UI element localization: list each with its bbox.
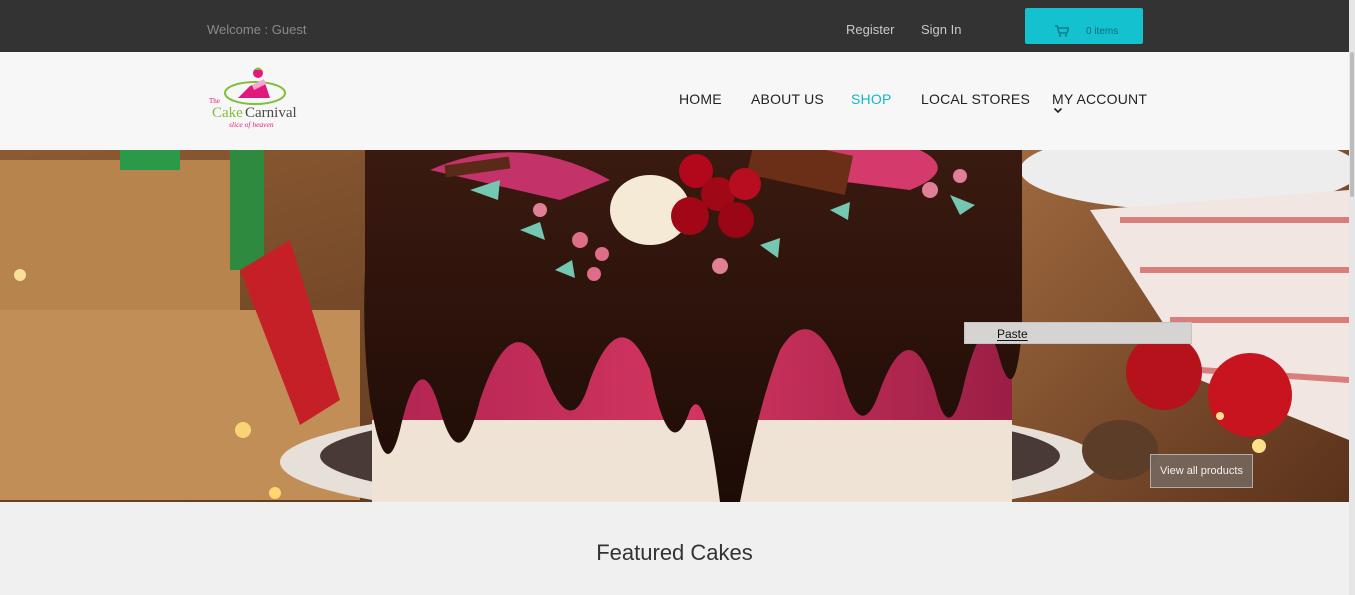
page-scrollbar-thumb[interactable] xyxy=(1350,52,1354,197)
chevron-down-icon[interactable] xyxy=(1053,107,1063,114)
top-bar: Welcome : Guest Register Sign In 0 items xyxy=(0,0,1355,52)
nav-local-stores[interactable]: LOCAL STORES xyxy=(921,91,1030,107)
register-link[interactable]: Register xyxy=(846,22,894,37)
welcome-text: Welcome : Guest xyxy=(207,22,307,37)
context-menu: Paste xyxy=(964,322,1192,344)
cake-carnival-logo[interactable]: The Cake Carnival slice of heaven xyxy=(208,66,308,134)
cart-count: 0 items xyxy=(1086,26,1119,37)
sign-in-link[interactable]: Sign In xyxy=(921,22,961,37)
nav-shop[interactable]: SHOP xyxy=(851,91,891,107)
shopping-cart-icon xyxy=(1055,25,1069,37)
hero-banner: Paste View all products xyxy=(0,150,1349,502)
featured-cakes-heading: Featured Cakes xyxy=(596,540,753,565)
context-menu-paste[interactable]: Paste xyxy=(997,327,1028,341)
view-all-products-button[interactable]: View all products xyxy=(1150,454,1253,488)
logo-the: The xyxy=(209,97,220,105)
logo-carnival: Carnival xyxy=(245,105,297,121)
nav-my-account[interactable]: MY ACCOUNT xyxy=(1052,91,1147,107)
nav-home[interactable]: HOME xyxy=(679,91,722,107)
main-navbar: The Cake Carnival slice of heaven HOME A… xyxy=(0,52,1349,150)
nav-about-us[interactable]: ABOUT US xyxy=(751,91,824,107)
logo-cake: Cake xyxy=(212,105,243,121)
cart-button[interactable]: 0 items xyxy=(1025,8,1143,44)
logo-tagline: slice of heaven xyxy=(229,120,274,129)
